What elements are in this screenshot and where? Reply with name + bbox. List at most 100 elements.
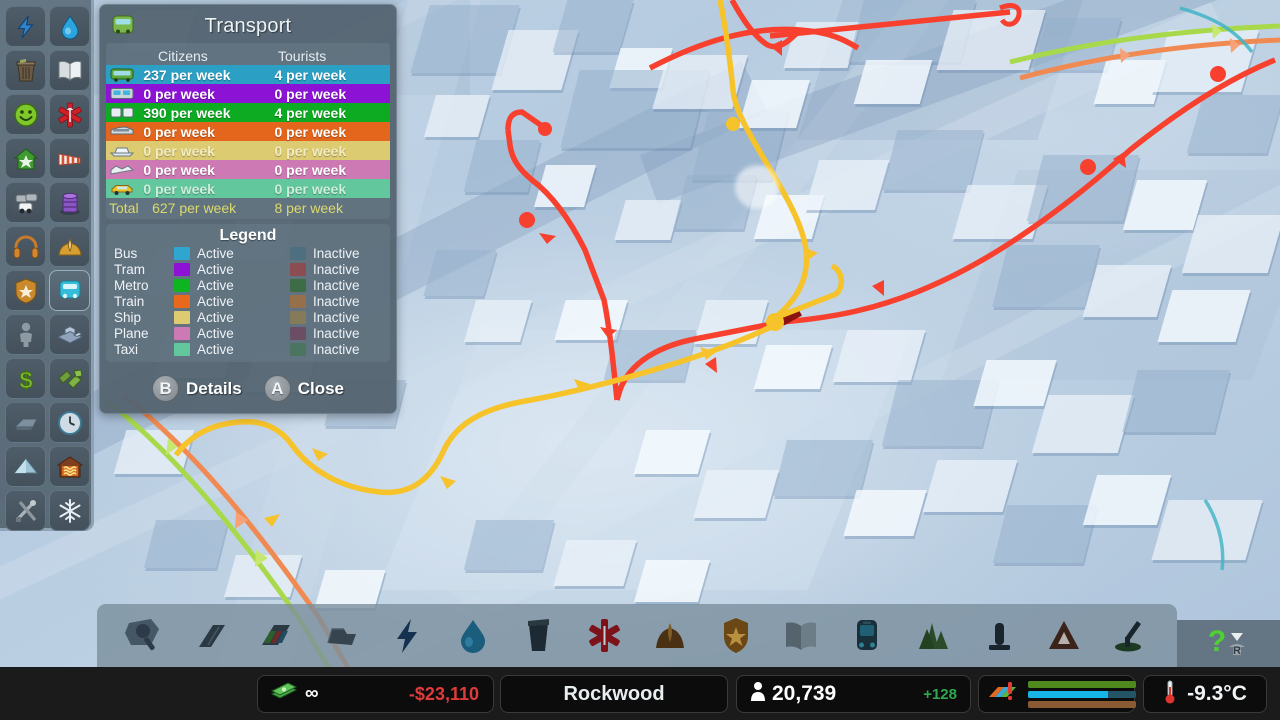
cell-tourists: 0 per week — [274, 142, 347, 159]
legend-swatch-inactive — [290, 326, 306, 340]
house-star-icon — [13, 147, 39, 171]
demand-bar-residential — [1028, 680, 1136, 688]
police-tool[interactable] — [708, 610, 764, 662]
sidebar-item-pollution[interactable] — [49, 182, 90, 223]
legend-row-train: Train Active Inactive — [114, 293, 382, 309]
parks-tool[interactable] — [905, 610, 961, 662]
water-sewage-tool[interactable] — [445, 610, 501, 662]
legend-name: Metro — [114, 277, 149, 293]
legend-active-label: Active — [197, 309, 234, 325]
sidebar-item-healthcare[interactable] — [49, 94, 90, 135]
sidebar-item-resources[interactable] — [49, 358, 90, 399]
snowflake-icon — [57, 498, 83, 524]
police-badge-icon — [14, 277, 38, 304]
legend-swatch-active — [174, 246, 190, 260]
unique-buildings-tool[interactable] — [971, 610, 1027, 662]
sidebar-item-heating[interactable] — [49, 446, 90, 487]
cell-tourists: 4 per week — [274, 66, 347, 83]
legend-name: Train — [114, 293, 145, 309]
details-button[interactable]: B Details — [151, 375, 242, 402]
sidebar-item-ground-pollution[interactable] — [5, 446, 46, 487]
bulldozer-tool[interactable] — [116, 610, 172, 662]
total-citizens: 627 per week — [152, 199, 237, 216]
legend-title: Legend — [219, 227, 277, 244]
sidebar-item-crime[interactable] — [5, 270, 46, 311]
sidebar-item-landvalue[interactable] — [5, 138, 46, 179]
sidebar-item-maintenance[interactable] — [5, 490, 46, 531]
legend-row-bus: Bus Active Inactive — [114, 245, 382, 261]
sidebar-item-water[interactable] — [49, 6, 90, 47]
cell-tourists: 4 per week — [274, 104, 347, 121]
table-row[interactable]: 0 per week 0 per week — [106, 160, 390, 179]
table-header: Citizens Tourists — [106, 46, 390, 65]
table-row[interactable]: 0 per week 0 per week — [106, 122, 390, 141]
sidebar-item-firesafety[interactable] — [49, 226, 90, 267]
sidebar-item-tax[interactable]: $ — [5, 358, 46, 399]
sidebar-item-snow[interactable] — [49, 490, 90, 531]
transit-line-red[interactable] — [505, 0, 1277, 401]
sidebar-item-traffic[interactable] — [5, 182, 46, 223]
legend-swatch-inactive — [290, 246, 306, 260]
highway-lane-orange-right — [1019, 37, 1280, 81]
city-name-widget[interactable]: Rockwood — [500, 675, 728, 713]
temperature-widget[interactable]: -9.3°C — [1143, 675, 1267, 713]
table-row[interactable]: 0 per week 0 per week — [106, 141, 390, 160]
cell-citizens: 0 per week — [143, 123, 215, 140]
pyramid-icon — [13, 456, 39, 478]
sidebar-item-noise[interactable] — [5, 226, 46, 267]
legend-swatch-active — [174, 294, 190, 308]
zoning-tool[interactable] — [247, 610, 303, 662]
demand-widget[interactable] — [978, 675, 1136, 713]
panel-actions: B Details A Close — [106, 375, 390, 402]
help-button[interactable]: ? R — [1177, 620, 1280, 667]
sidebar-item-garbage[interactable] — [5, 50, 46, 91]
sidebar-item-wind[interactable] — [49, 138, 90, 179]
education-tool[interactable] — [773, 610, 829, 662]
healthcare-tool[interactable] — [576, 610, 632, 662]
sidebar-item-happiness[interactable] — [5, 94, 46, 135]
tools-icon — [13, 498, 39, 524]
cell-citizens: 0 per week — [143, 85, 215, 102]
sidebar-item-transport[interactable] — [49, 270, 90, 311]
close-button[interactable]: A Close — [263, 375, 345, 402]
sidebar-item-outside-connections[interactable] — [49, 402, 90, 443]
table-row[interactable]: 237 per week 4 per week — [106, 65, 390, 84]
districts-tool[interactable] — [313, 610, 369, 662]
sidebar-item-levels[interactable] — [49, 314, 90, 355]
close-label: Close — [297, 378, 345, 398]
fire-department-tool[interactable] — [642, 610, 698, 662]
legend-name: Bus — [114, 245, 138, 261]
legend-swatch-active — [174, 342, 190, 356]
money-icon — [270, 681, 298, 707]
legend-inactive-label: Inactive — [313, 293, 360, 309]
col-citizens: Citizens — [158, 47, 208, 64]
table-row[interactable]: 0 per week 0 per week — [106, 84, 390, 103]
page-title: Transport — [204, 15, 292, 37]
tree-cluster — [735, 165, 779, 209]
landscaping-tool[interactable] — [1102, 610, 1158, 662]
person-icon — [16, 322, 36, 348]
wonders-tool[interactable] — [1036, 610, 1092, 662]
sidebar-item-electricity[interactable] — [5, 6, 46, 47]
metro-icon — [106, 104, 137, 121]
water-icon — [58, 14, 82, 40]
sidebar-item-terrain[interactable] — [5, 402, 46, 443]
total-label: Total — [109, 199, 139, 216]
transit-stop — [519, 212, 535, 228]
legend-inactive-label: Inactive — [313, 341, 360, 357]
public-transport-tool[interactable] — [839, 610, 895, 662]
roads-tool[interactable] — [182, 610, 238, 662]
table-row[interactable]: 390 per week 4 per week — [106, 103, 390, 122]
sidebar-item-education[interactable] — [49, 50, 90, 91]
main-toolbar[interactable] — [97, 604, 1177, 667]
electricity-tool[interactable] — [379, 610, 435, 662]
transport-info-panel[interactable]: Transport Citizens Tourists 237 per week… — [99, 4, 397, 414]
demand-bar-commercial — [1028, 690, 1136, 698]
population-widget[interactable]: 20,739 +128 — [736, 675, 971, 713]
garbage-tool[interactable] — [510, 610, 566, 662]
sidebar-item-population[interactable] — [5, 314, 46, 355]
table-row[interactable]: 0 per week 0 per week — [106, 179, 390, 198]
city-name: Rockwood — [563, 682, 665, 705]
info-views-sidebar[interactable]: $ — [0, 0, 94, 531]
money-widget[interactable]: ∞ -$23,110 — [257, 675, 494, 713]
